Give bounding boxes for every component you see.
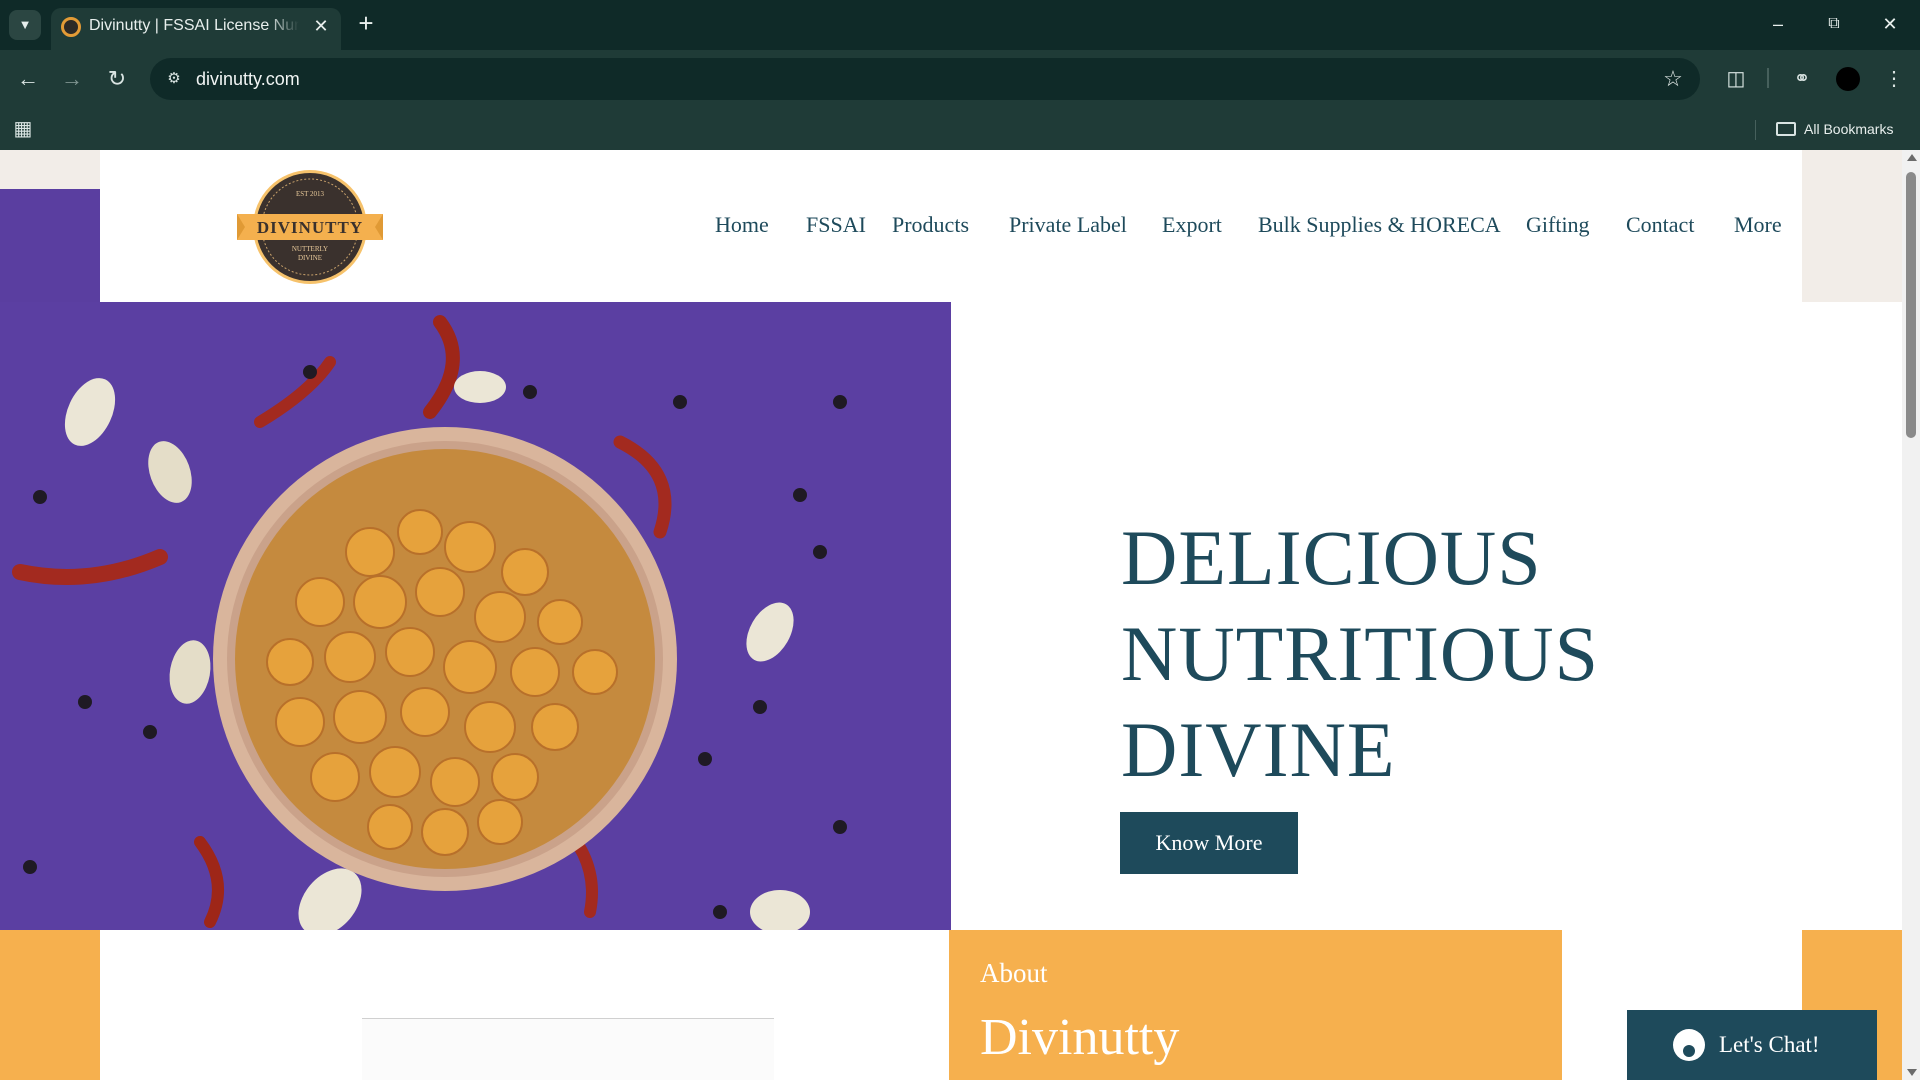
back-arrow-icon[interactable]: ←	[14, 65, 42, 93]
reload-icon[interactable]: ↻	[103, 65, 131, 93]
nav-home[interactable]: Home	[715, 210, 769, 240]
tune-icon[interactable]: ⚙	[162, 67, 186, 91]
speedometer-icon[interactable]: ⚭	[1788, 65, 1816, 93]
tab-strip: ▼ Divinutty | FSSAI License Number ✕ + –…	[0, 0, 1920, 50]
chat-label: Let's Chat!	[1719, 1032, 1820, 1057]
nav-products[interactable]: Products	[892, 210, 969, 240]
all-bookmarks-label: All Bookmarks	[1804, 121, 1894, 137]
star-icon[interactable]: ☆	[1660, 66, 1686, 92]
bookmarks-separator	[1755, 120, 1756, 140]
restore-icon[interactable]: ⧉	[1814, 8, 1854, 40]
page-viewport: EST 2013 DIVINUTTY NUTTERLY DIVINE Home …	[0, 150, 1920, 1080]
puzzle-icon[interactable]: ◫	[1722, 65, 1750, 93]
about-label: About	[980, 958, 1048, 988]
hero-image	[0, 302, 951, 930]
nav-bulk-supplies[interactable]: Bulk Supplies & HORECA	[1258, 210, 1501, 240]
minimize-icon[interactable]: –	[1758, 8, 1798, 40]
logo-tagline-1: NUTTERLY	[291, 245, 329, 253]
forward-arrow-icon[interactable]: →	[58, 65, 86, 93]
hero-heading: DELICIOUS NUTRITIOUS DIVINE	[1121, 510, 1599, 798]
logo-est: EST 2013	[295, 190, 325, 198]
scroll-up-icon[interactable]	[1907, 154, 1917, 161]
active-tab[interactable]: Divinutty | FSSAI License Number ✕	[51, 8, 341, 50]
chevron-down-icon[interactable]: ▼	[9, 10, 41, 40]
know-more-button[interactable]: Know More	[1120, 812, 1298, 874]
all-bookmarks-button[interactable]: All Bookmarks	[1776, 118, 1893, 140]
hero-line-1: DELICIOUS	[1121, 514, 1542, 601]
about-title: Divinutty	[980, 1009, 1180, 1066]
chat-button[interactable]: Let's Chat!	[1627, 1010, 1877, 1080]
page-scrollbar[interactable]	[1902, 150, 1920, 1080]
avatar[interactable]	[1836, 67, 1860, 91]
kebab-menu-icon[interactable]: ⋮	[1880, 65, 1908, 93]
nav-fssai[interactable]: FSSAI	[806, 210, 866, 240]
about-card: About Divinutty	[949, 930, 1562, 1080]
hero-line-2: NUTRITIOUS	[1121, 610, 1599, 697]
main-nav: Home FSSAI Products Private Label Export…	[100, 210, 1802, 240]
orange-side-band-left	[0, 930, 100, 1080]
tab-title: Divinutty | FSSAI License Number	[89, 17, 299, 34]
plus-icon[interactable]: +	[352, 10, 380, 38]
address-bar[interactable]: ⚙ divinutty.com ☆	[150, 58, 1700, 100]
url-text[interactable]: divinutty.com	[196, 68, 300, 90]
browser-toolbar: ← → ↻ ⚙ divinutty.com ☆ ◫ ⚭ ⋮	[0, 50, 1920, 108]
user-icon	[1673, 1029, 1705, 1061]
nav-contact[interactable]: Contact	[1626, 210, 1694, 240]
content-placeholder	[362, 1019, 774, 1080]
nav-export[interactable]: Export	[1162, 210, 1222, 240]
nav-gifting[interactable]: Gifting	[1526, 210, 1590, 240]
folder-icon	[1776, 122, 1796, 136]
hero-panel: DELICIOUS NUTRITIOUS DIVINE Know More	[951, 302, 1902, 930]
site-header: EST 2013 DIVINUTTY NUTTERLY DIVINE Home …	[100, 150, 1802, 302]
hero-line-3: DIVINE	[1121, 706, 1396, 793]
nav-private-label[interactable]: Private Label	[1009, 210, 1127, 240]
close-icon[interactable]: ✕	[309, 14, 333, 38]
snack-bowl-illustration	[0, 302, 951, 930]
favicon-icon	[61, 17, 81, 37]
apps-grid-icon[interactable]: ▦	[12, 118, 34, 140]
nav-more[interactable]: More	[1734, 210, 1782, 240]
close-window-icon[interactable]: ✕	[1870, 8, 1910, 40]
scroll-thumb[interactable]	[1906, 172, 1916, 438]
logo-tagline-2: DIVINE	[297, 254, 323, 262]
scroll-down-icon[interactable]	[1907, 1069, 1917, 1076]
toolbar-separator	[1767, 68, 1769, 88]
bookmarks-bar: ▦ All Bookmarks	[0, 108, 1920, 150]
